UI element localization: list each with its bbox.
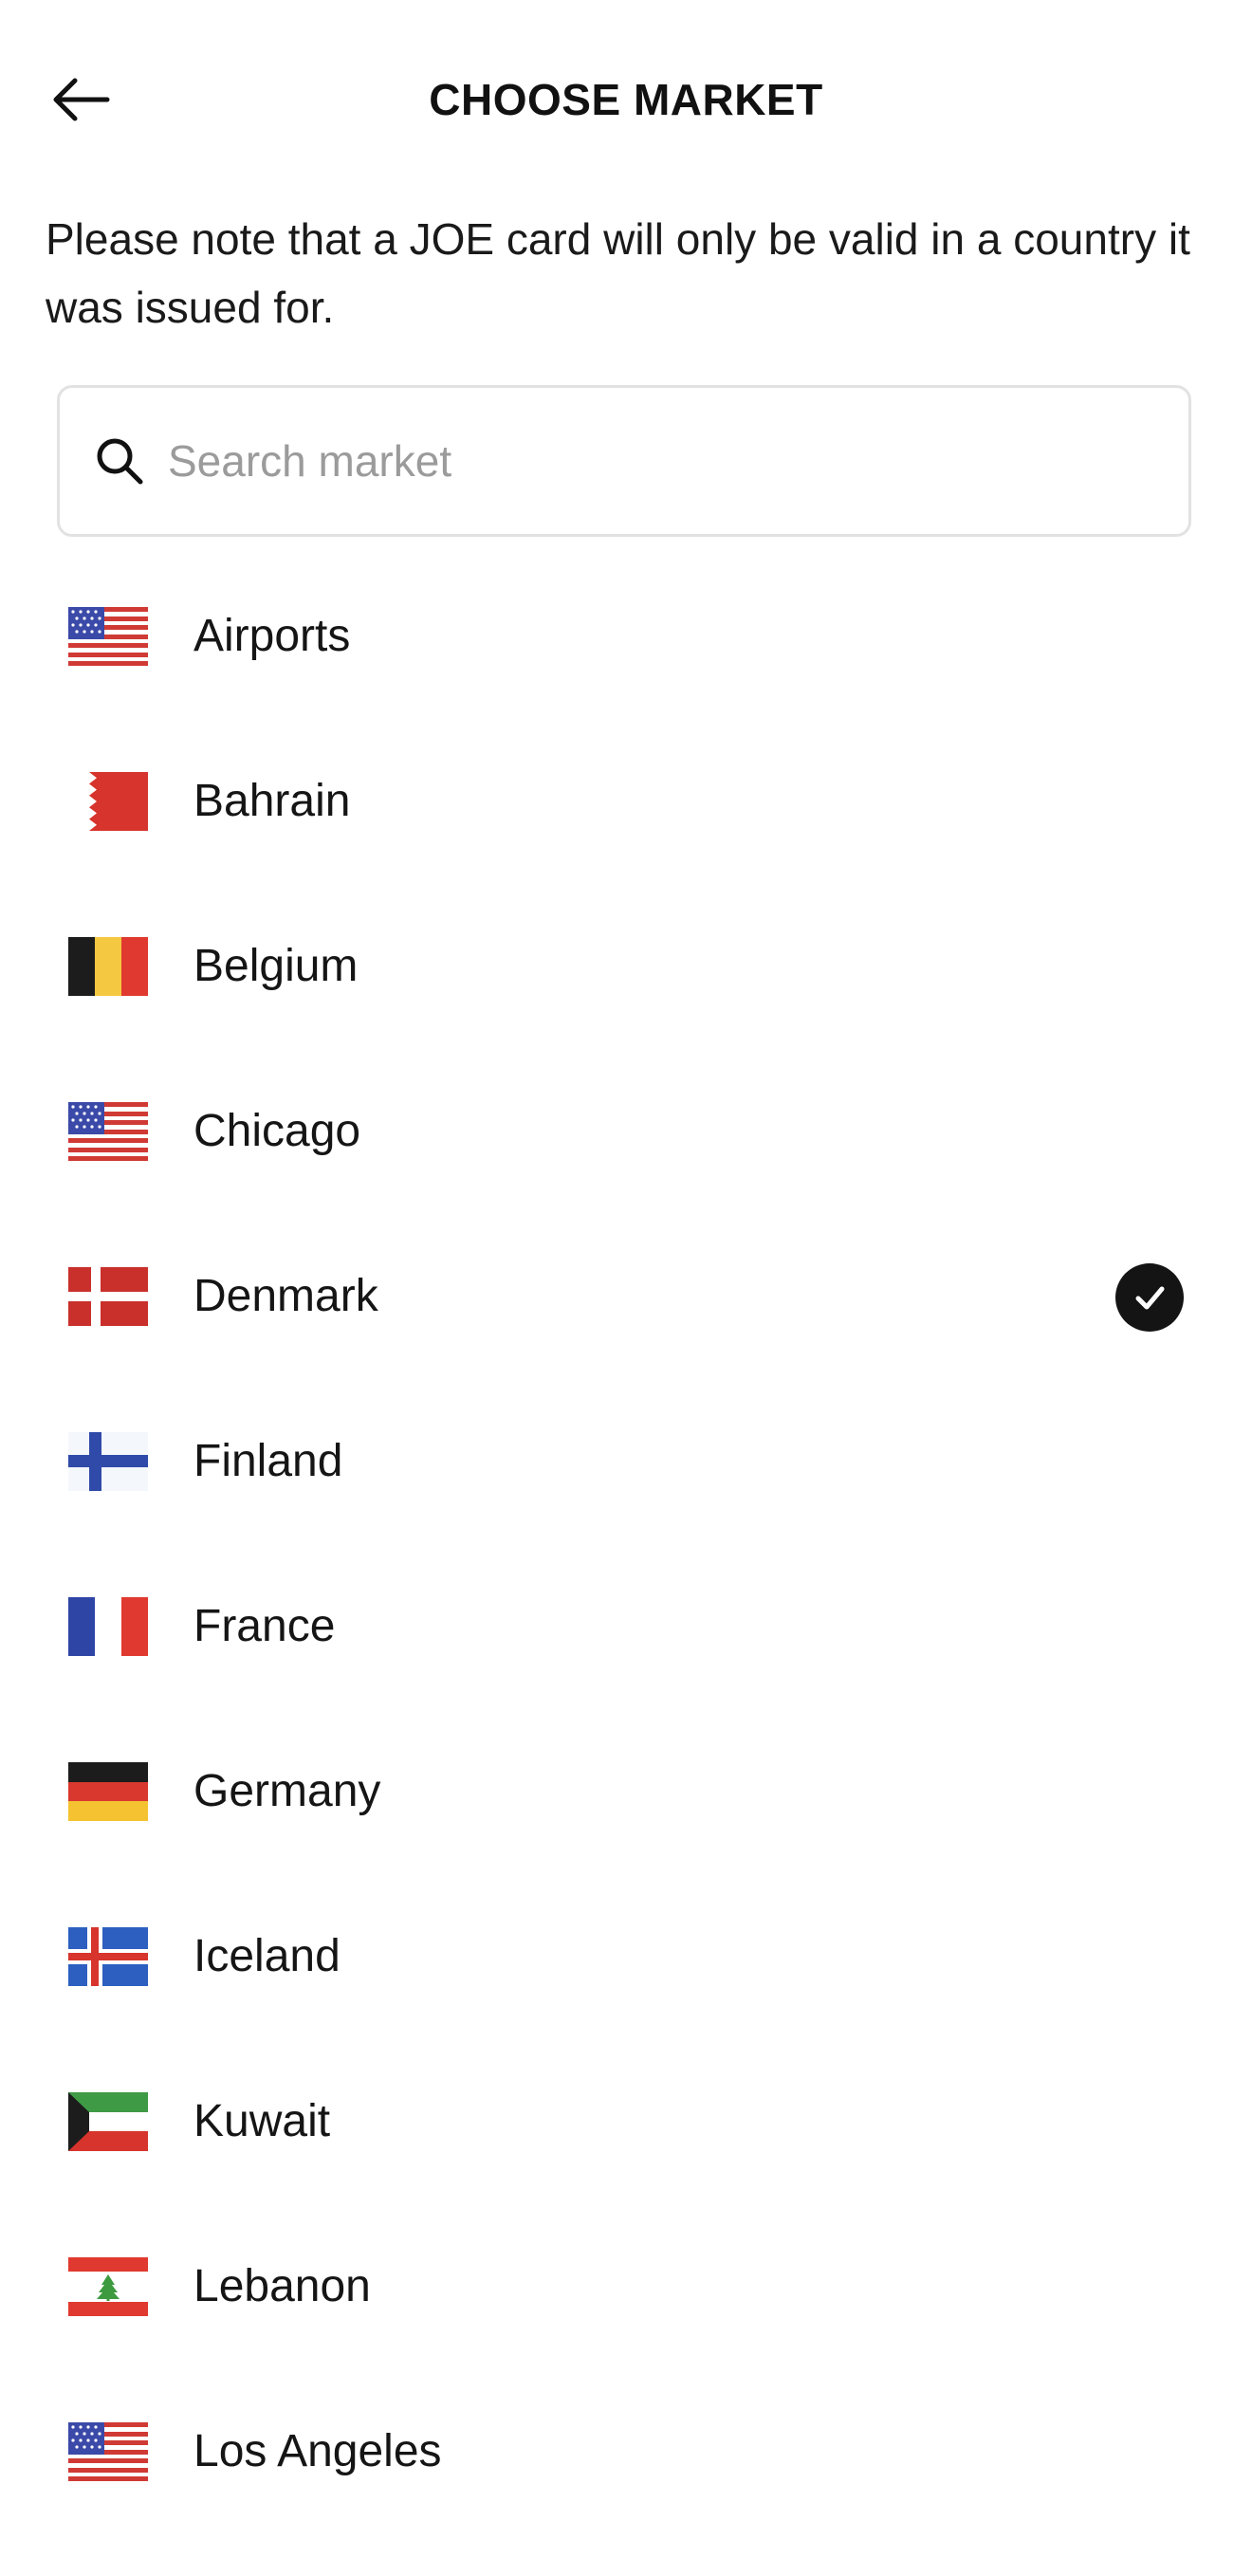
- lebanon-flag-icon: [68, 2257, 148, 2316]
- market-item[interactable]: Belgium: [0, 884, 1252, 1049]
- iceland-flag-icon: [68, 1927, 148, 1986]
- market-item[interactable]: Denmark: [0, 1214, 1252, 1379]
- belgium-flag-icon: [68, 937, 148, 996]
- market-name: Chicago: [193, 1106, 361, 1156]
- search-icon: [97, 438, 143, 485]
- market-name: Kuwait: [193, 2096, 331, 2146]
- market-name: Belgium: [193, 941, 359, 991]
- market-list: Airports Bahrain Belgium Chicago Denmark…: [0, 554, 1252, 2534]
- us-flag-icon: [68, 1102, 148, 1161]
- validity-notice: Please note that a JOE card will only be…: [46, 214, 1190, 332]
- market-name: Denmark: [193, 1271, 378, 1321]
- france-flag-icon: [68, 1597, 148, 1656]
- germany-flag-icon: [68, 1762, 148, 1821]
- kuwait-flag-icon: [68, 2092, 148, 2151]
- market-item[interactable]: Bahrain: [0, 719, 1252, 884]
- market-name: Finland: [193, 1436, 343, 1486]
- market-name: Iceland: [193, 1931, 341, 1981]
- market-item[interactable]: France: [0, 1544, 1252, 1709]
- bahrain-flag-icon: [68, 772, 148, 831]
- us-flag-icon: [68, 607, 148, 666]
- finland-flag-icon: [68, 1432, 148, 1491]
- market-item[interactable]: Chicago: [0, 1049, 1252, 1214]
- market-name: Bahrain: [193, 776, 351, 826]
- market-item[interactable]: Iceland: [0, 1874, 1252, 2039]
- search-field[interactable]: [57, 385, 1191, 537]
- top-bar: CHOOSE MARKET: [0, 0, 1252, 199]
- market-item[interactable]: Finland: [0, 1379, 1252, 1544]
- page-title: CHOOSE MARKET: [429, 75, 823, 124]
- market-item[interactable]: Los Angeles: [0, 2369, 1252, 2534]
- checkmark-circle-icon: [1115, 1263, 1184, 1332]
- us-flag-icon: [68, 2422, 148, 2481]
- market-item[interactable]: Germany: [0, 1709, 1252, 1874]
- denmark-flag-icon: [68, 1267, 148, 1326]
- search-input[interactable]: [166, 434, 1118, 488]
- market-name: Airports: [193, 611, 351, 661]
- market-item[interactable]: Kuwait: [0, 2039, 1252, 2204]
- market-item[interactable]: Lebanon: [0, 2204, 1252, 2369]
- market-item[interactable]: Airports: [0, 554, 1252, 719]
- market-name: France: [193, 1601, 336, 1651]
- market-name: Germany: [193, 1766, 381, 1816]
- market-name: Lebanon: [193, 2261, 371, 2311]
- market-name: Los Angeles: [193, 2426, 442, 2476]
